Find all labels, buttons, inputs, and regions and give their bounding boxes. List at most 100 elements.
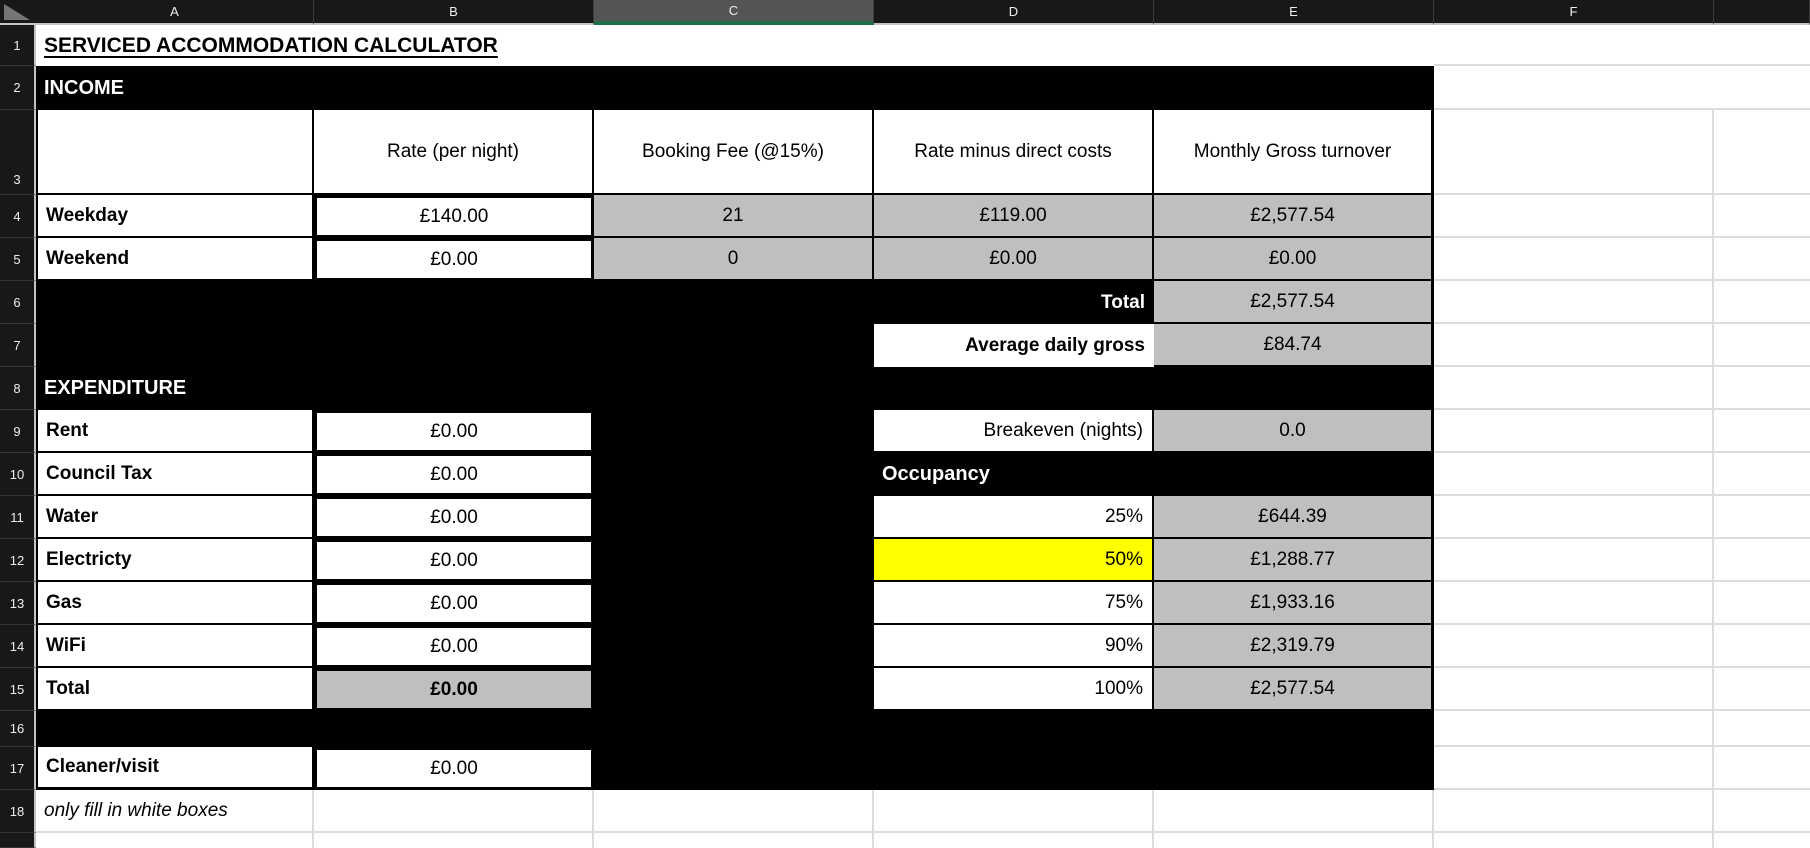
filler-black-row17[interactable] (874, 747, 1434, 790)
cell-breakeven-label[interactable]: Breakeven (nights) (874, 410, 1154, 453)
cell-a19-partial[interactable] (36, 833, 314, 848)
select-all-corner[interactable] (0, 0, 36, 25)
cell-weekday-rate-minus-costs[interactable]: £119.00 (874, 195, 1154, 238)
cell-weekend-label[interactable]: Weekend (36, 238, 314, 281)
cell-g9-blank[interactable] (1714, 410, 1810, 453)
cell-occupancy-90-value[interactable]: £2,319.79 (1154, 625, 1434, 668)
row-header-13[interactable]: 13 (0, 582, 36, 625)
cell-weekday-label[interactable]: Weekday (36, 195, 314, 238)
input-cleaner-value[interactable]: £0.00 (314, 747, 594, 790)
input-water-value[interactable]: £0.00 (314, 496, 594, 539)
cell-occupancy-75-value[interactable]: £1,933.16 (1154, 582, 1434, 625)
header-monthly-gross[interactable]: Monthly Gross turnover (1154, 110, 1434, 195)
cell-g6-blank[interactable] (1714, 281, 1810, 324)
cell-occupancy-25-pct[interactable]: 25% (874, 496, 1154, 539)
cell-cleaner-label[interactable]: Cleaner/visit (36, 747, 314, 790)
header-rate-minus-costs[interactable]: Rate minus direct costs (874, 110, 1154, 195)
cell-occupancy-100-value[interactable]: £2,577.54 (1154, 668, 1434, 711)
cell-g16-blank[interactable] (1714, 711, 1810, 747)
footnote-only-fill-white-boxes[interactable]: only fill in white boxes (36, 790, 314, 833)
cell-breakeven-value[interactable]: 0.0 (1154, 410, 1434, 453)
expenditure-section-band[interactable]: EXPENDITURE (36, 367, 1434, 410)
cell-b18-blank[interactable] (314, 790, 594, 833)
cell-f9-blank[interactable] (1434, 410, 1714, 453)
row-header-2[interactable]: 2 (0, 66, 36, 110)
cell-f14-blank[interactable] (1434, 625, 1714, 668)
row-header-14[interactable]: 14 (0, 625, 36, 668)
column-header-b[interactable]: B (314, 0, 594, 25)
row-header-3[interactable]: 3 (0, 110, 36, 195)
column-header-g-partial[interactable] (1714, 0, 1810, 25)
cell-income-total-value[interactable]: £2,577.54 (1154, 281, 1434, 324)
page-title[interactable]: SERVICED ACCOMMODATION CALCULATOR (36, 25, 874, 66)
occupancy-section-band[interactable]: Occupancy (874, 453, 1434, 496)
cell-e18-blank[interactable] (1154, 790, 1434, 833)
cell-expenditure-total-value[interactable]: £0.00 (314, 668, 594, 711)
row-header-1[interactable]: 1 (0, 25, 36, 66)
row-header-17[interactable]: 17 (0, 747, 36, 790)
cell-weekend-booking-fee[interactable]: 0 (594, 238, 874, 281)
row-header-12[interactable]: 12 (0, 539, 36, 582)
row-header-9[interactable]: 9 (0, 410, 36, 453)
filler-black-row7[interactable] (36, 324, 874, 367)
cell-g12-blank[interactable] (1714, 539, 1810, 582)
header-booking-fee[interactable]: Booking Fee (@15%) (594, 110, 874, 195)
cell-avg-daily-gross-value[interactable]: £84.74 (1154, 324, 1434, 367)
cell-f4-blank[interactable] (1434, 195, 1714, 238)
cell-water-label[interactable]: Water (36, 496, 314, 539)
cell-f1-blank[interactable] (1434, 25, 1714, 66)
input-gas-value[interactable]: £0.00 (314, 582, 594, 625)
row-header-4[interactable]: 4 (0, 195, 36, 238)
cell-f12-blank[interactable] (1434, 539, 1714, 582)
column-header-f[interactable]: F (1434, 0, 1714, 25)
cell-g5-blank[interactable] (1714, 238, 1810, 281)
cell-f18-blank[interactable] (1434, 790, 1714, 833)
cell-occupancy-100-pct[interactable]: 100% (874, 668, 1154, 711)
cell-g8-blank[interactable] (1714, 367, 1810, 410)
column-header-c-selected[interactable]: C (594, 0, 874, 25)
row-header-5[interactable]: 5 (0, 238, 36, 281)
cell-expenditure-total-label[interactable]: Total (36, 668, 314, 711)
row-header-6[interactable]: 6 (0, 281, 36, 324)
header-rate-per-night[interactable]: Rate (per night) (314, 110, 594, 195)
row-header-7[interactable]: 7 (0, 324, 36, 367)
cell-f5-blank[interactable] (1434, 238, 1714, 281)
cell-g2-blank[interactable] (1714, 66, 1810, 110)
row-header-8[interactable]: 8 (0, 367, 36, 410)
cell-f7-blank[interactable] (1434, 324, 1714, 367)
cell-d19-partial[interactable] (874, 833, 1154, 848)
input-weekend-rate[interactable]: £0.00 (314, 238, 594, 281)
cell-weekend-monthly-gross[interactable]: £0.00 (1154, 238, 1434, 281)
input-electricity-value[interactable]: £0.00 (314, 539, 594, 582)
cell-f17-blank[interactable] (1434, 747, 1714, 790)
input-rent-value[interactable]: £0.00 (314, 410, 594, 453)
cell-a3-blank[interactable] (36, 110, 314, 195)
row-header-15[interactable]: 15 (0, 668, 36, 711)
cell-f13-blank[interactable] (1434, 582, 1714, 625)
cell-occupancy-90-pct[interactable]: 90% (874, 625, 1154, 668)
cell-rent-label[interactable]: Rent (36, 410, 314, 453)
cell-g7-blank[interactable] (1714, 324, 1810, 367)
cell-g17-blank[interactable] (1714, 747, 1810, 790)
cell-g4-blank[interactable] (1714, 195, 1810, 238)
cell-f8-blank[interactable] (1434, 367, 1714, 410)
row-header-19-partial[interactable] (0, 833, 36, 848)
cell-occupancy-50-value[interactable]: £1,288.77 (1154, 539, 1434, 582)
cell-wifi-label[interactable]: WiFi (36, 625, 314, 668)
cell-gas-label[interactable]: Gas (36, 582, 314, 625)
cell-weekday-booking-fee[interactable]: 21 (594, 195, 874, 238)
cell-g1-blank[interactable] (1714, 25, 1810, 66)
cell-g18-blank[interactable] (1714, 790, 1810, 833)
cell-electricity-label[interactable]: Electricty (36, 539, 314, 582)
cell-occupancy-75-pct[interactable]: 75% (874, 582, 1154, 625)
row-header-11[interactable]: 11 (0, 496, 36, 539)
cell-g14-blank[interactable] (1714, 625, 1810, 668)
input-wifi-value[interactable]: £0.00 (314, 625, 594, 668)
cell-f6-blank[interactable] (1434, 281, 1714, 324)
row-header-16[interactable]: 16 (0, 711, 36, 747)
input-council-tax-value[interactable]: £0.00 (314, 453, 594, 496)
cell-income-total-label[interactable]: Total (874, 281, 1154, 324)
column-header-d[interactable]: D (874, 0, 1154, 25)
cell-b19-partial[interactable] (314, 833, 594, 848)
income-section-band[interactable]: INCOME (36, 66, 1434, 110)
